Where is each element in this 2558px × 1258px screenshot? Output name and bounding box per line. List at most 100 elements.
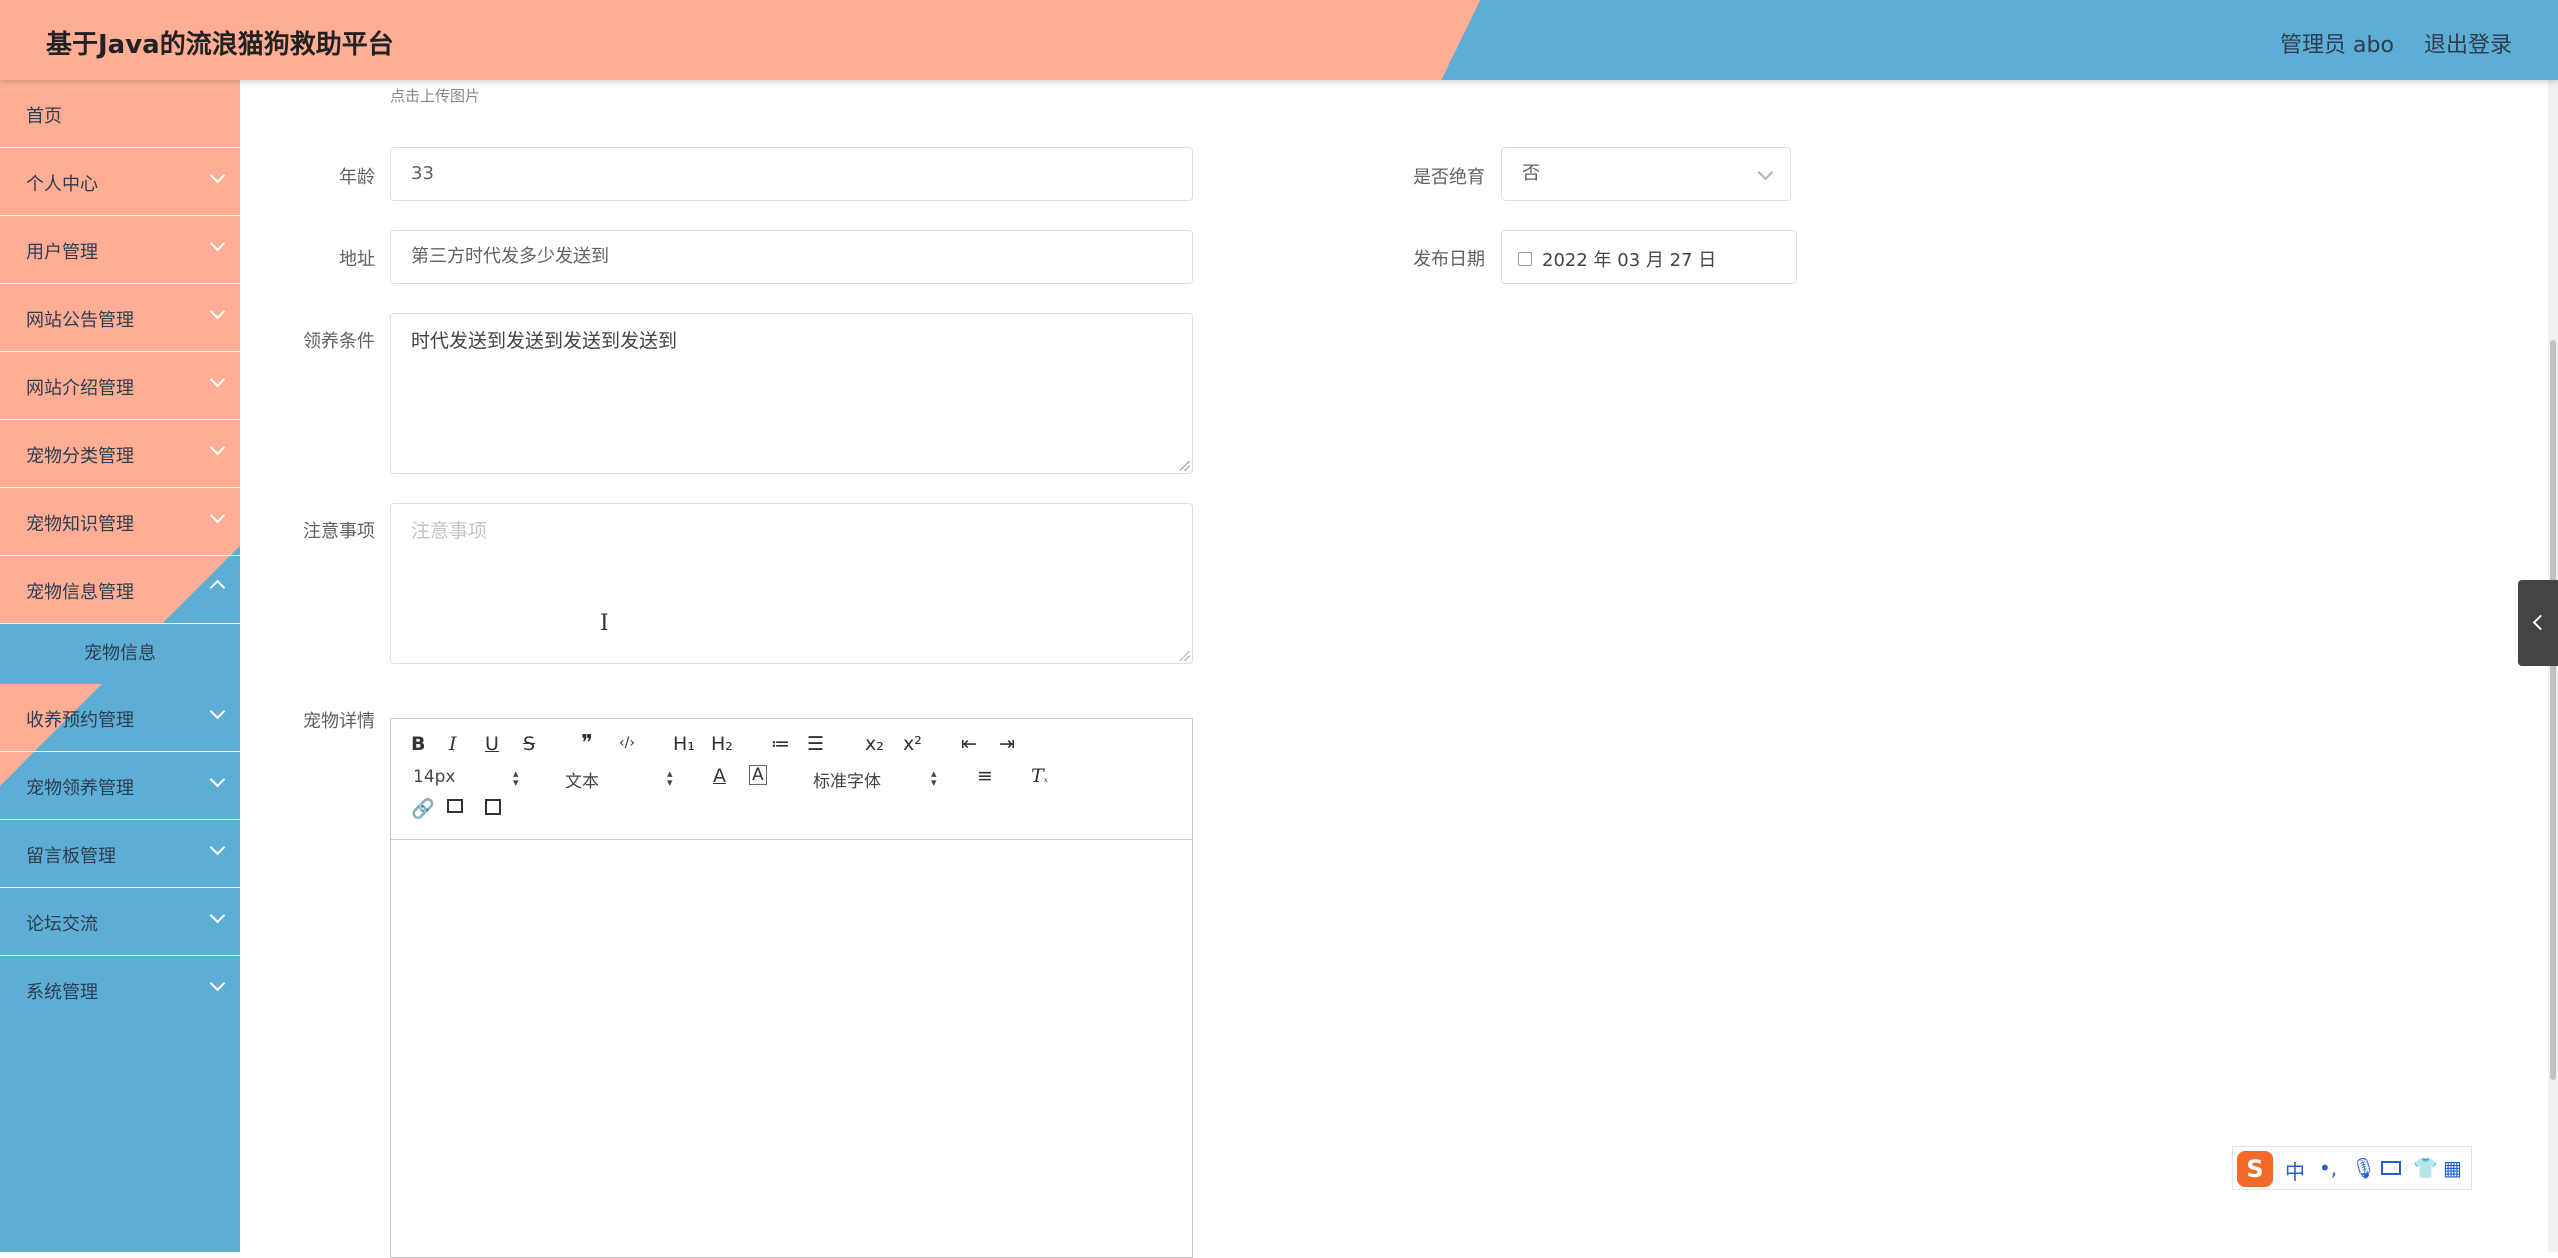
strikethrough-button[interactable]: S xyxy=(523,733,535,755)
resize-handle-icon[interactable] xyxy=(1180,651,1190,661)
age-label: 年龄 xyxy=(339,167,375,188)
font-size-value: 14px xyxy=(413,767,456,787)
neutered-select[interactable]: 否 xyxy=(1501,147,1791,201)
scrollbar-thumb[interactable] xyxy=(2550,340,2556,1080)
app-title: 基于Java的流浪猫狗救助平台 xyxy=(46,30,394,60)
side-panel-toggle[interactable] xyxy=(2518,580,2558,666)
clear-format-icon[interactable]: Tₓ xyxy=(1031,765,1048,787)
ordered-list-button[interactable]: ≔ xyxy=(771,733,790,755)
link-icon[interactable]: 🔗 xyxy=(411,797,435,820)
font-color-button[interactable]: A xyxy=(713,765,726,787)
bullet-list-button[interactable]: ☰ xyxy=(807,733,824,755)
ime-punctuation-toggle[interactable]: •, xyxy=(2319,1156,2337,1180)
sidebar-item-label: 宠物领养管理 xyxy=(26,778,134,799)
sidebar-subitem-pet-info[interactable]: 宠物信息 xyxy=(0,624,240,684)
rich-text-editor[interactable]: B I U S ❞ ‹/› H₁ H₂ ≔ ☰ x₂ x² ⇤ ⇥ 14px ▴… xyxy=(390,718,1193,1258)
ime-language-toggle[interactable]: 中 xyxy=(2285,1156,2305,1185)
indent-button[interactable]: ⇥ xyxy=(999,733,1015,755)
address-input[interactable]: 第三方时代发多少发送到 xyxy=(390,230,1193,284)
sidebar-item-pet-adoption[interactable]: 宠物领养管理 xyxy=(0,752,240,820)
chevron-down-icon xyxy=(209,371,226,388)
chevron-down-icon xyxy=(209,975,226,992)
sidebar: 首页 个人中心 用户管理 网站公告管理 网站介绍管理 宠物分类管理 宠物知识管理… xyxy=(0,80,240,1252)
bold-button[interactable]: B xyxy=(411,733,425,755)
italic-button[interactable]: I xyxy=(449,733,457,755)
video-icon[interactable] xyxy=(485,799,501,815)
adopt-conditions-value: 时代发送到发送到发送到发送到 xyxy=(411,330,678,352)
logout-button[interactable]: 退出登录 xyxy=(2424,27,2512,59)
outdent-button[interactable]: ⇤ xyxy=(961,733,977,755)
top-header: 基于Java的流浪猫狗救助平台 管理员 abo 退出登录 xyxy=(0,0,2558,80)
sidebar-item-home[interactable]: 首页 xyxy=(0,80,240,148)
sidebar-item-personal-center[interactable]: 个人中心 xyxy=(0,148,240,216)
sidebar-item-label: 论坛交流 xyxy=(26,914,98,935)
font-family-value: 标准字体 xyxy=(813,772,881,792)
upload-hint[interactable]: 点击上传图片 xyxy=(390,85,480,106)
chevron-down-icon xyxy=(209,303,226,320)
font-size-select[interactable]: 14px ▴ ▾ xyxy=(413,767,523,789)
keyboard-icon[interactable] xyxy=(2381,1161,2401,1175)
editor-toolbar: B I U S ❞ ‹/› H₁ H₂ ≔ ☰ x₂ x² ⇤ ⇥ 14px ▴… xyxy=(391,719,1192,840)
adopt-conditions-label: 领养条件 xyxy=(303,331,375,352)
sidebar-item-adoption-appointment[interactable]: 收养预约管理 xyxy=(0,684,240,752)
sidebar-item-site-intro[interactable]: 网站介绍管理 xyxy=(0,352,240,420)
microphone-icon[interactable]: 🎙 xyxy=(2351,1156,2376,1180)
sidebar-item-label: 网站介绍管理 xyxy=(26,378,134,399)
chevron-down-icon xyxy=(209,507,226,524)
sidebar-item-label: 宠物知识管理 xyxy=(26,514,134,535)
subscript-button[interactable]: x₂ xyxy=(865,733,884,755)
image-icon[interactable] xyxy=(447,799,463,813)
notes-label: 注意事项 xyxy=(303,521,375,542)
sidebar-item-pet-info-management[interactable]: 宠物信息管理 xyxy=(0,556,240,624)
chevron-down-icon xyxy=(209,907,226,924)
sidebar-item-label: 宠物信息 xyxy=(84,643,156,664)
toolbox-grid-icon[interactable]: ▦ xyxy=(2443,1156,2462,1180)
sidebar-item-label: 网站公告管理 xyxy=(26,310,134,331)
notes-textarea[interactable]: 注意事项 xyxy=(390,503,1193,664)
notes-placeholder: 注意事项 xyxy=(411,520,488,542)
sidebar-item-system[interactable]: 系统管理 xyxy=(0,956,240,1023)
sogou-logo-icon[interactable]: S xyxy=(2237,1151,2273,1187)
blockquote-button[interactable]: ❞ xyxy=(581,731,593,756)
updown-arrow-icon: ▴ ▾ xyxy=(931,767,937,789)
sidebar-item-label: 宠物信息管理 xyxy=(26,582,134,603)
font-family-select[interactable]: 标准字体 ▴ ▾ xyxy=(813,767,943,792)
details-label: 宠物详情 xyxy=(303,711,375,732)
chevron-down-icon xyxy=(209,439,226,456)
sidebar-item-pet-knowledge[interactable]: 宠物知识管理 xyxy=(0,488,240,556)
align-icon[interactable]: ≡ xyxy=(977,765,993,787)
sidebar-item-message-board[interactable]: 留言板管理 xyxy=(0,820,240,888)
heading2-button[interactable]: H₂ xyxy=(711,733,733,755)
chevron-left-icon xyxy=(2532,614,2549,631)
address-label: 地址 xyxy=(339,249,375,270)
adopt-conditions-textarea[interactable]: 时代发送到发送到发送到发送到 xyxy=(390,313,1193,474)
updown-arrow-icon: ▴ ▾ xyxy=(667,767,673,789)
chevron-down-icon xyxy=(209,167,226,184)
sidebar-item-label: 留言板管理 xyxy=(26,846,116,867)
sidebar-item-label: 个人中心 xyxy=(26,174,98,195)
chevron-down-icon xyxy=(209,839,226,856)
resize-handle-icon[interactable] xyxy=(1180,461,1190,471)
background-color-icon[interactable]: A xyxy=(749,765,767,785)
sidebar-item-label: 首页 xyxy=(26,106,62,127)
code-block-button[interactable]: ‹/› xyxy=(619,735,635,751)
heading1-button[interactable]: H₁ xyxy=(673,733,695,755)
ime-toolbar: S 中 •, 🎙 👕 ▦ xyxy=(2232,1146,2472,1190)
updown-arrow-icon: ▴ ▾ xyxy=(513,767,519,789)
sidebar-item-pet-category[interactable]: 宠物分类管理 xyxy=(0,420,240,488)
superscript-button[interactable]: x² xyxy=(903,733,922,755)
sidebar-item-label: 宠物分类管理 xyxy=(26,446,134,467)
sidebar-item-forum[interactable]: 论坛交流 xyxy=(0,888,240,956)
sidebar-item-announcement[interactable]: 网站公告管理 xyxy=(0,284,240,352)
text-type-value: 文本 xyxy=(565,772,599,792)
sidebar-item-label: 收养预约管理 xyxy=(26,710,134,731)
current-user: 管理员 abo xyxy=(2280,33,2394,58)
sidebar-item-user-management[interactable]: 用户管理 xyxy=(0,216,240,284)
underline-button[interactable]: U xyxy=(485,733,499,755)
age-input[interactable]: 33 xyxy=(390,147,1193,201)
skin-shirt-icon[interactable]: 👕 xyxy=(2413,1156,2438,1180)
publish-date-value: 2022 年 03 月 27 日 xyxy=(1542,250,1717,271)
chevron-down-icon xyxy=(209,703,226,720)
text-type-select[interactable]: 文本 ▴ ▾ xyxy=(565,767,675,792)
chevron-down-icon xyxy=(209,235,226,252)
